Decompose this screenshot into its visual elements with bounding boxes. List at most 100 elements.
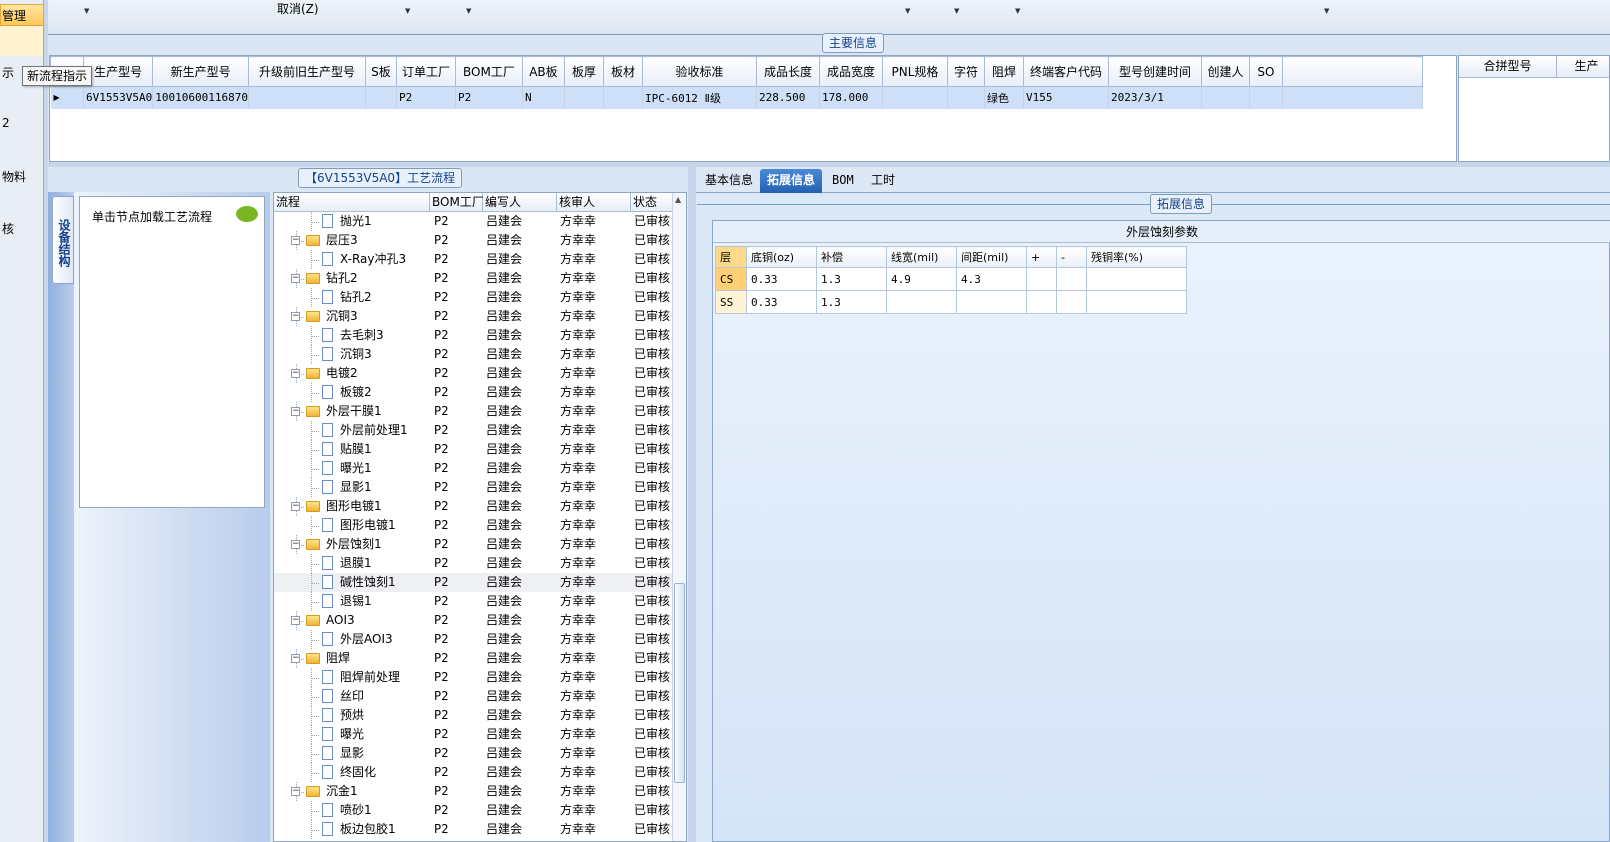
dropdown-arrow-icon[interactable]: ▼ [1324,7,1329,15]
bom-factory-cell[interactable]: P2 [434,288,482,307]
writer-cell[interactable]: 吕建会 [486,231,556,250]
writer-cell[interactable]: 吕建会 [486,250,556,269]
writer-cell[interactable]: 吕建会 [486,535,556,554]
tree-row[interactable]: 外层AOI3 P2 吕建会 方幸幸 已审核 [274,630,672,649]
table-cell[interactable]: 0.33 [746,290,817,314]
tree-row[interactable]: 板镀2 P2 吕建会 方幸幸 已审核 [274,383,672,402]
collapse-icon[interactable]: − [291,369,300,378]
tree-node-label[interactable]: 曝光1 [340,459,428,478]
writer-cell[interactable]: 吕建会 [486,478,556,497]
collapse-icon[interactable]: − [291,616,300,625]
status-cell[interactable]: 已审核 [634,364,674,383]
dropdown-arrow-icon[interactable]: ▼ [1015,7,1020,15]
reviewer-cell[interactable]: 方幸幸 [560,288,630,307]
bom-factory-cell[interactable]: P2 [434,516,482,535]
reviewer-cell[interactable]: 方幸幸 [560,250,630,269]
reviewer-cell[interactable]: 方幸幸 [560,668,630,687]
tree-node-label[interactable]: 板边包胶1 [340,820,428,839]
tree-row[interactable]: 喷砂1 P2 吕建会 方幸幸 已审核 [274,801,672,820]
tree-node-label[interactable]: 外层前处理1 [340,421,428,440]
tree-row[interactable]: − AOI3 P2 吕建会 方幸幸 已审核 [274,611,672,630]
bom-factory-cell[interactable]: P2 [434,649,482,668]
table-cell[interactable] [1249,86,1283,109]
reviewer-cell[interactable]: 方幸幸 [560,497,630,516]
column-header[interactable]: + [1026,246,1057,268]
tree-node-label[interactable]: 抛光1 [340,212,428,231]
table-cell[interactable]: 0.33 [746,267,817,291]
dropdown-arrow-icon[interactable]: ▼ [84,7,89,15]
tree-row[interactable]: − 外层干膜1 P2 吕建会 方幸幸 已审核 [274,402,672,421]
tree-node-label[interactable]: 沉金1 [326,782,428,801]
bom-factory-cell[interactable]: P2 [434,497,482,516]
table-cell[interactable]: 178.000 [819,86,883,109]
status-cell[interactable]: 已审核 [634,535,674,554]
writer-cell[interactable]: 吕建会 [486,706,556,725]
column-header[interactable]: S板 [364,56,397,87]
status-cell[interactable]: 已审核 [634,231,674,250]
status-cell[interactable]: 已审核 [634,288,674,307]
bom-factory-cell[interactable]: P2 [434,212,482,231]
status-cell[interactable]: 已审核 [634,763,674,782]
table-cell[interactable] [1056,267,1087,291]
table-cell[interactable] [248,86,366,109]
reviewer-cell[interactable]: 方幸幸 [560,611,630,630]
bom-factory-cell[interactable]: P2 [434,402,482,421]
reviewer-cell[interactable]: 方幸幸 [560,231,630,250]
reviewer-cell[interactable]: 方幸幸 [560,326,630,345]
column-header[interactable]: 型号创建时间 [1107,56,1202,87]
reviewer-cell[interactable]: 方幸幸 [560,307,630,326]
table-cell[interactable] [1056,290,1087,314]
reviewer-cell[interactable]: 方幸幸 [560,402,630,421]
left-nav-item-review[interactable]: 核 [2,220,14,237]
tree-node-label[interactable]: 电镀2 [326,364,428,383]
status-cell[interactable]: 已审核 [634,459,674,478]
tree-node-label[interactable]: AOI3 [326,611,428,630]
table-cell[interactable]: 4.3 [956,267,1027,291]
column-header[interactable]: SO [1248,56,1283,87]
column-header[interactable]: 板材 [602,56,643,87]
tree-row[interactable]: − 图形电镀1 P2 吕建会 方幸幸 已审核 [274,497,672,516]
collapse-icon[interactable]: − [291,502,300,511]
dropdown-arrow-icon[interactable]: ▼ [954,7,959,15]
column-header[interactable]: AB板 [521,56,565,87]
writer-cell[interactable]: 吕建会 [486,725,556,744]
dropdown-arrow-icon[interactable]: ▼ [405,7,410,15]
tree-row[interactable]: 钻孔2 P2 吕建会 方幸幸 已审核 [274,288,672,307]
column-header[interactable]: 终端客户代码 [1022,56,1109,87]
tree-node-label[interactable]: 图形电镀1 [340,516,428,535]
row-indicator-icon[interactable]: ▶ [50,86,84,109]
tree-row[interactable]: 去毛刺3 P2 吕建会 方幸幸 已审核 [274,326,672,345]
bom-factory-cell[interactable]: P2 [434,326,482,345]
reviewer-cell[interactable]: 方幸幸 [560,554,630,573]
bom-factory-cell[interactable]: P2 [434,611,482,630]
tree-node-label[interactable]: 显影 [340,744,428,763]
bom-factory-cell[interactable]: P2 [434,345,482,364]
tree-row[interactable]: 沉铜3 P2 吕建会 方幸幸 已审核 [274,345,672,364]
column-header[interactable]: 字符 [946,56,985,87]
column-header[interactable]: BOM工厂 [454,56,523,87]
tree-node-label[interactable]: 退膜1 [340,554,428,573]
bom-factory-cell[interactable]: P2 [434,231,482,250]
tree-row[interactable]: − 外层蚀刻1 P2 吕建会 方幸幸 已审核 [274,535,672,554]
tree-node-label[interactable]: 外层AOI3 [340,630,428,649]
collapse-icon[interactable]: − [291,407,300,416]
writer-cell[interactable]: 吕建会 [486,687,556,706]
bom-factory-cell[interactable]: P2 [434,421,482,440]
table-cell[interactable]: P2 [396,86,456,109]
status-cell[interactable]: 已审核 [634,744,674,763]
writer-cell[interactable]: 吕建会 [486,497,556,516]
tree-node-label[interactable]: 显影1 [340,478,428,497]
left-nav-item-2[interactable]: 2 [2,116,10,130]
tree-row[interactable]: 曝光 P2 吕建会 方幸幸 已审核 [274,725,672,744]
tree-node-label[interactable]: 丝印 [340,687,428,706]
table-cell[interactable] [1086,267,1187,291]
tree-row[interactable]: − 沉铜3 P2 吕建会 方幸幸 已审核 [274,307,672,326]
bom-factory-cell[interactable]: P2 [434,782,482,801]
reviewer-cell[interactable]: 方幸幸 [560,649,630,668]
status-cell[interactable]: 已审核 [634,326,674,345]
tree-row[interactable]: − 层压3 P2 吕建会 方幸幸 已审核 [274,231,672,250]
bom-factory-cell[interactable]: P2 [434,725,482,744]
table-cell[interactable] [886,290,957,314]
bom-factory-cell[interactable]: P2 [434,820,482,839]
tree-row[interactable]: 贴膜1 P2 吕建会 方幸幸 已审核 [274,440,672,459]
